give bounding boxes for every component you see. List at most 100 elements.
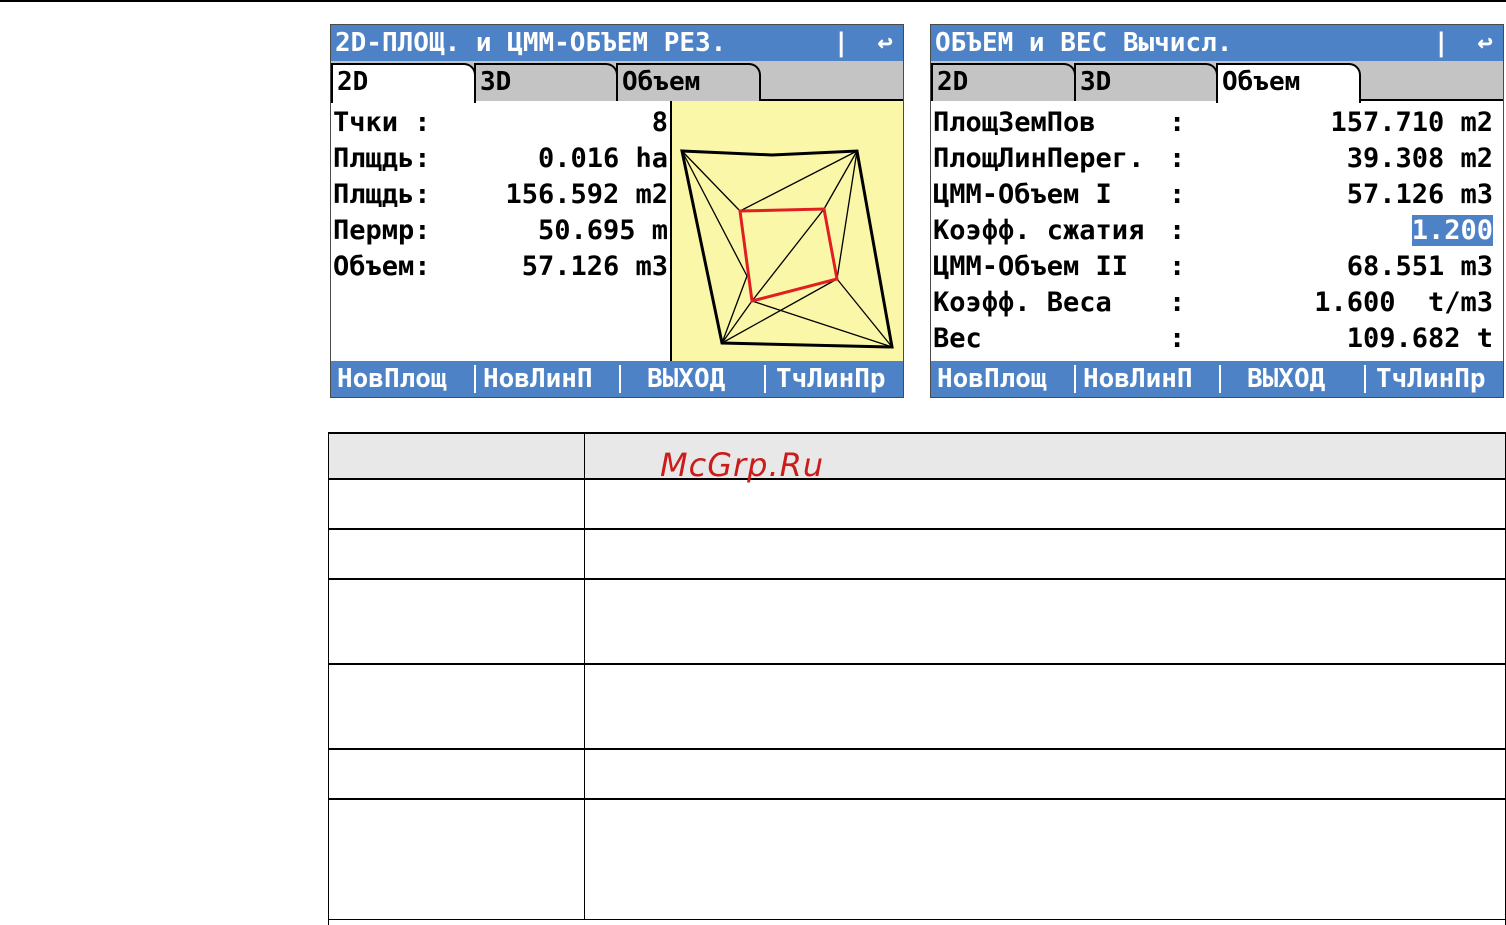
title-separator: | — [1433, 28, 1449, 58]
table-row — [329, 478, 1505, 530]
field-value: 68.551 m3 — [1346, 251, 1493, 282]
table-header-row — [329, 432, 1505, 480]
field-weight-factor: Коэфф. Веса : 1.600 t/m3 — [933, 285, 1493, 321]
field-label: Объем: — [333, 251, 431, 282]
description-table — [329, 432, 1505, 920]
table-row — [329, 663, 1505, 750]
softkey-new-line[interactable]: НовЛинП — [1083, 361, 1193, 397]
field-points: Тчки : 8 — [333, 105, 668, 141]
field-value: 50.695 m — [537, 215, 668, 246]
screen-volume-weight: ОБЪЕМ и ВЕС Вычисл. | ↩ 2D 3D Объем Площ… — [930, 24, 1504, 398]
tab-volume[interactable]: Объем — [1216, 63, 1361, 103]
softkey-point-line[interactable]: ТчЛинПр — [1376, 361, 1486, 397]
table-cell — [584, 798, 1505, 920]
table-row — [329, 528, 1505, 580]
field-dtm-volume-1: ЦММ-Объем I : 57.126 m3 — [933, 177, 1493, 213]
field-value: 157.710 m2 — [1330, 107, 1493, 138]
field-value: 156.592 m2 — [505, 179, 668, 210]
field-colon: : — [1169, 323, 1186, 354]
table-cell — [329, 663, 585, 750]
title-separator: | — [833, 28, 849, 58]
field-value: 57.126 m3 — [1346, 179, 1493, 210]
softkey-bar: НовПлощ НовЛинП ВЫХОД ТчЛинПр — [331, 361, 903, 397]
table-cell — [329, 478, 585, 530]
softkey-exit[interactable]: ВЫХОД — [647, 361, 725, 397]
field-label: ЦММ-Объем II — [933, 251, 1129, 282]
triangle-lines — [681, 150, 893, 348]
tab-row: 2D 3D Объем — [331, 61, 903, 103]
table-left-border — [328, 432, 329, 925]
table-row — [329, 798, 1505, 920]
softkey-divider — [619, 365, 621, 393]
title-bar: ОБЪЕМ и ВЕС Вычисл. | ↩ — [931, 25, 1503, 61]
title-bar: 2D-ПЛОЩ. и ЦММ-ОБЪЕМ РЕЗ. | ↩ — [331, 25, 903, 61]
table-cell — [584, 528, 1505, 580]
table-row — [329, 578, 1505, 665]
field-colon: : — [1169, 251, 1186, 282]
softkey-bar: НовПлощ НовЛинП ВЫХОД ТчЛинПр — [931, 361, 1503, 397]
field-colon: : — [1169, 179, 1186, 210]
softkey-new-line[interactable]: НовЛинП — [483, 361, 593, 397]
table-cell — [584, 478, 1505, 530]
field-label: ПлощЗемПов — [933, 107, 1096, 138]
field-value: 39.308 m2 — [1346, 143, 1493, 174]
softkey-new-area[interactable]: НовПлощ — [337, 361, 447, 397]
table-cell — [584, 578, 1505, 665]
field-area-m2: Плщдь: 156.592 m2 — [333, 177, 668, 213]
field-label: Плщдь: — [333, 179, 431, 210]
tab-volume[interactable]: Объем — [616, 63, 761, 101]
field-colon: : — [1169, 107, 1186, 138]
back-icon[interactable]: ↩ — [1477, 25, 1493, 61]
softkey-divider — [764, 365, 766, 393]
area-plot — [670, 101, 903, 363]
softkey-new-area[interactable]: НовПлощ — [937, 361, 1047, 397]
field-value: 109.682 t — [1346, 323, 1493, 354]
field-weight: Вес : 109.682 t — [933, 321, 1493, 357]
back-icon[interactable]: ↩ — [877, 25, 893, 61]
softkey-point-line[interactable]: ТчЛинПр — [776, 361, 886, 397]
field-label: Коэфф. Веса — [933, 287, 1112, 318]
field-label: ЦММ-Объем I — [933, 179, 1112, 210]
tab-2d[interactable]: 2D — [931, 63, 1076, 101]
softkey-divider — [1219, 365, 1221, 393]
field-colon: : — [1169, 143, 1186, 174]
field-value: 1.600 t/m3 — [1314, 287, 1493, 318]
field-label: Тчки : — [333, 107, 431, 138]
tab-3d[interactable]: 3D — [474, 63, 618, 101]
field-compression-factor: Коэфф. сжатия : 1.200 — [933, 213, 1493, 249]
field-value: 0.016 ha — [537, 143, 668, 174]
softkey-exit[interactable]: ВЫХОД — [1247, 361, 1325, 397]
field-value: 8 — [651, 107, 668, 138]
field-area-ha: Плщдь: 0.016 ha — [333, 141, 668, 177]
screen-2d-results: 2D-ПЛОЩ. и ЦММ-ОБЪЕМ РЕЗ. | ↩ 2D 3D Объе… — [330, 24, 904, 398]
table-cell — [329, 798, 585, 920]
outer-boundary — [680, 149, 894, 349]
field-perimeter: Пермр: 50.695 m — [333, 213, 668, 249]
table-row — [329, 748, 1505, 800]
field-colon: : — [1169, 287, 1186, 318]
field-label: Коэфф. сжатия — [933, 215, 1145, 246]
field-colon: : — [1169, 215, 1186, 246]
field-label: Пермр: — [333, 215, 431, 246]
field-ground-area: ПлощЗемПов : 157.710 m2 — [933, 105, 1493, 141]
triangulation-graphic — [680, 149, 894, 349]
field-label: ПлощЛинПерег. — [933, 143, 1145, 174]
tab-3d[interactable]: 3D — [1074, 63, 1218, 101]
table-cell — [329, 528, 585, 580]
screen-title: 2D-ПЛОЩ. и ЦММ-ОБЪЕМ РЕЗ. — [335, 28, 727, 58]
softkey-divider — [1364, 365, 1366, 393]
top-rule — [0, 0, 1506, 2]
field-label: Плщдь: — [333, 143, 431, 174]
tab-2d[interactable]: 2D — [331, 63, 476, 103]
field-value: 57.126 m3 — [521, 251, 668, 282]
table-cell — [584, 748, 1505, 800]
table-cell — [329, 578, 585, 665]
compression-factor-input[interactable]: 1.200 — [1411, 215, 1493, 246]
field-breakline-area: ПлощЛинПерег. : 39.308 m2 — [933, 141, 1493, 177]
table-cell — [329, 748, 585, 800]
softkey-divider — [474, 365, 476, 393]
screen-title: ОБЪЕМ и ВЕС Вычисл. — [935, 28, 1233, 58]
field-dtm-volume-2: ЦММ-Объем II : 68.551 m3 — [933, 249, 1493, 285]
field-volume: Объем: 57.126 m3 — [333, 249, 668, 285]
tab-row: 2D 3D Объем — [931, 61, 1503, 103]
